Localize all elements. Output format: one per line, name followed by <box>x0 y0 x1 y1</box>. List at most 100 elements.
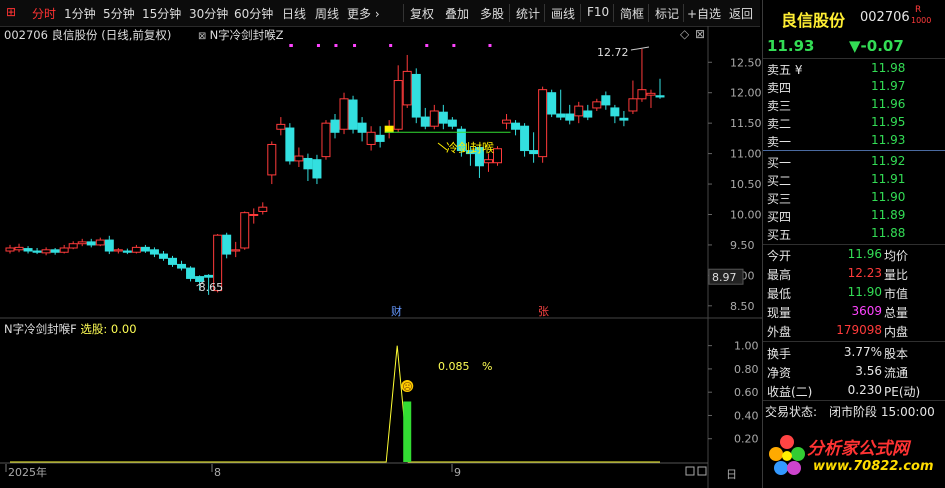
candle <box>122 248 132 255</box>
time-label: 9 <box>454 466 461 479</box>
candle-body <box>249 213 259 216</box>
price-tick-label: 12.50 <box>730 56 762 69</box>
watermark-line2: www.70822.com <box>813 459 934 474</box>
candle <box>59 244 69 254</box>
candle <box>294 147 304 167</box>
sell-level-5-label: 卖五 ¥ <box>767 63 803 77</box>
candle-body <box>294 155 304 162</box>
stat2-label-2: PE(动) <box>884 385 921 399</box>
indicator-bar <box>403 401 412 462</box>
stat2-label: 换手 <box>767 347 792 361</box>
candle <box>140 244 150 253</box>
buy-level-1[interactable]: 买一 11.92 <box>763 152 945 171</box>
ind-tick-label: 0.60 <box>734 386 759 399</box>
candle <box>104 235 114 255</box>
time-label: 2025年 <box>8 465 47 479</box>
candle <box>177 260 187 271</box>
sell-level-3-price: 11.96 <box>871 97 906 111</box>
price-chart[interactable]: 12.5012.0011.5011.0010.5010.009.509.008.… <box>0 0 762 488</box>
stat-value: 3609 <box>851 304 882 318</box>
signal-dot <box>425 44 429 47</box>
price-tick-label: 11.00 <box>730 148 762 161</box>
zoom-out-icon[interactable] <box>685 466 695 476</box>
stat-row: 今开 11.96 均价 <box>763 245 945 264</box>
candle-body <box>619 117 629 121</box>
candle <box>592 98 602 111</box>
buy-level-4[interactable]: 买四 11.89 <box>763 206 945 225</box>
sell-level-1-label: 卖一 <box>767 135 792 149</box>
candle-body <box>565 113 575 121</box>
stat-value: 12.23 <box>847 266 882 280</box>
candle-body <box>177 263 187 269</box>
candle-body <box>186 267 196 279</box>
candle <box>502 114 512 130</box>
candle-body <box>529 150 539 155</box>
signal-dot <box>353 44 357 47</box>
candle <box>68 241 78 250</box>
candle-body <box>23 248 33 252</box>
candle-body <box>77 241 87 245</box>
candle-body <box>601 95 611 106</box>
candle <box>267 141 277 185</box>
price-tick-label: 11.50 <box>730 117 762 130</box>
high-arrow <box>630 46 650 51</box>
low-label: 8.65 <box>199 281 224 294</box>
candle <box>520 123 530 157</box>
sell-level-1[interactable]: 卖一 11.93 <box>763 131 945 150</box>
candle <box>312 154 322 185</box>
candle-body <box>556 113 566 118</box>
candle-body <box>258 206 268 212</box>
badge-1000: 1000 <box>911 16 932 25</box>
candle <box>493 146 502 166</box>
candle <box>538 86 548 163</box>
indicator-line <box>10 345 660 463</box>
buy-level-4-price: 11.89 <box>871 208 906 222</box>
price-row: 11.93 ▼-0.07 <box>763 36 945 58</box>
candle <box>149 247 159 258</box>
candle-body <box>285 127 295 162</box>
sell-level-3[interactable]: 卖三 11.96 <box>763 95 945 114</box>
stat2-label: 净资 <box>767 366 792 380</box>
candle <box>77 238 87 247</box>
candle-body <box>204 274 214 278</box>
candle <box>447 117 457 130</box>
candle <box>222 232 232 259</box>
sell-level-5[interactable]: 卖五 ¥ 11.98 <box>763 59 945 78</box>
sell-level-2-label: 卖二 <box>767 117 792 131</box>
candle-body <box>32 250 42 253</box>
candle-body <box>158 253 168 259</box>
candle <box>41 247 51 256</box>
zoom-in-icon[interactable] <box>697 466 707 476</box>
buy-level-2[interactable]: 买二 11.91 <box>763 170 945 189</box>
candle <box>637 48 647 102</box>
candle-body <box>86 241 96 246</box>
price-change: ▼-0.07 <box>849 37 904 55</box>
candle <box>438 104 448 130</box>
buy-level-3[interactable]: 买三 11.90 <box>763 188 945 207</box>
buy-level-5[interactable]: 买五 11.88 <box>763 224 945 243</box>
stat2-row: 换手 3.77% 股本 <box>763 343 945 362</box>
badge-r: R <box>915 5 922 15</box>
watermark-line1: 分析家公式网 <box>807 439 909 459</box>
candle-body <box>303 157 313 170</box>
stat2-value: 0.230 <box>847 383 882 397</box>
stat-label-2: 总量 <box>884 306 909 320</box>
sell-level-4[interactable]: 卖四 11.97 <box>763 77 945 96</box>
candle-body <box>384 125 394 133</box>
candle-body <box>50 249 60 253</box>
candle-body <box>393 80 403 130</box>
ind-tick-label: 0.20 <box>734 433 759 446</box>
sell-level-2[interactable]: 卖二 11.95 <box>763 113 945 132</box>
candle <box>339 92 349 135</box>
candle <box>429 104 439 130</box>
event-marker-cai: 财 <box>391 304 402 318</box>
candle <box>240 211 250 250</box>
candle-body <box>14 246 24 251</box>
candle-body <box>502 119 512 124</box>
candle-body <box>483 159 493 164</box>
candle-body <box>276 123 286 130</box>
stat-value: 11.96 <box>847 247 882 261</box>
candle-body <box>447 119 457 127</box>
candle <box>14 243 24 253</box>
candle <box>511 120 521 136</box>
